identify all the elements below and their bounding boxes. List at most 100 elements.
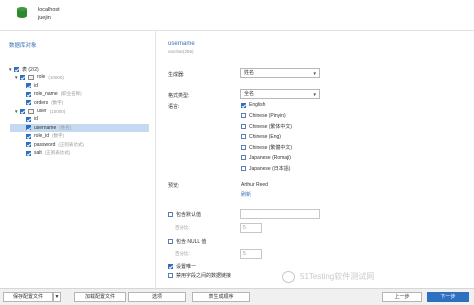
tree-item-type: (数字): [52, 133, 65, 139]
unique-label: 设置唯一: [176, 263, 197, 270]
include-default-option[interactable]: 包含默认值: [168, 210, 201, 218]
tree-field-item[interactable]: salt (正则表达式): [26, 149, 70, 157]
load-profile-button[interactable]: 加载配置文件: [74, 292, 126, 302]
tree-field-item[interactable]: username (姓名): [10, 123, 149, 132]
language-option[interactable]: Japanese (Romaji): [241, 154, 291, 162]
language-label: 语言:: [168, 104, 180, 110]
disable-link-label: 禁用字段之间的数据链接: [176, 272, 232, 279]
tree-item-label: password: [34, 141, 56, 148]
language-label: Japanese (Romaji): [249, 154, 291, 161]
default-ratio-label: 百分比:: [175, 225, 190, 230]
tree-table-item[interactable]: ▼ user (10000): [14, 107, 65, 115]
language-label: Japanese (日本語): [249, 165, 291, 172]
footer-bar: 保存配置文件 ▼ 加载配置文件 选项 表生成顺序 上一步 下一步: [0, 288, 474, 305]
language-checkbox[interactable]: [241, 165, 246, 171]
language-option[interactable]: Chinese (Eng): [241, 133, 281, 141]
generator-label: 生成器:: [168, 72, 185, 78]
include-default-checkbox[interactable]: [168, 211, 173, 217]
generator-value: 姓名: [244, 70, 255, 76]
tree-item-type: (数字): [51, 99, 64, 105]
null-ratio-input[interactable]: 5: [240, 249, 262, 259]
connection-host: localhost: [38, 7, 60, 13]
tree-checkbox[interactable]: [14, 66, 19, 72]
tree-field-item[interactable]: orders (数字): [26, 99, 63, 107]
generate-order-button[interactable]: 表生成顺序: [192, 292, 250, 302]
language-label: Chinese (Pinyin): [249, 112, 286, 119]
save-profile-button[interactable]: 保存配置文件: [3, 292, 53, 302]
save-profile-dropdown[interactable]: ▼: [53, 292, 61, 302]
tree-item-label: role: [37, 74, 46, 81]
preview-value: Arthur Reed: [241, 182, 268, 188]
language-label: Chinese (Eng): [249, 133, 281, 140]
language-checkbox[interactable]: [241, 155, 246, 160]
language-option[interactable]: Chinese (繁體中文): [241, 143, 292, 151]
include-null-option[interactable]: 包含 NULL 值: [168, 237, 206, 245]
table-icon: [28, 108, 34, 114]
language-option[interactable]: Japanese (日本語): [241, 164, 290, 172]
tree-item-label: role_id: [34, 133, 50, 140]
language-option[interactable]: Chinese (繁体中文): [241, 122, 292, 130]
tree-checkbox[interactable]: [26, 150, 31, 156]
refresh-link[interactable]: 刷新: [241, 191, 251, 198]
language-option[interactable]: Chinese (Pinyin): [241, 112, 286, 120]
default-ratio-value: 5: [243, 225, 246, 231]
tree-field-item[interactable]: role_id (数字): [26, 132, 64, 140]
tree-table-item[interactable]: ▼ role (10000): [14, 73, 64, 81]
tree-field-item[interactable]: password (正则表达式): [26, 141, 84, 149]
tree-group-item[interactable]: ▼ 表 (2/2): [8, 65, 42, 73]
tree-item-label: role_name: [34, 91, 58, 98]
default-value-input[interactable]: [240, 209, 320, 219]
tree-item-type: (10000): [49, 108, 66, 114]
tree-checkbox[interactable]: [26, 133, 31, 139]
field-type: varchar(255): [168, 49, 194, 54]
tree-checkbox[interactable]: [20, 74, 25, 80]
prev-button[interactable]: 上一步: [382, 292, 422, 302]
tree-checkbox[interactable]: [20, 108, 25, 114]
options-button[interactable]: 选项: [128, 292, 186, 302]
tree-item-label: id: [34, 116, 38, 123]
chevron-down-icon: ▼: [312, 92, 317, 97]
tree-checkbox[interactable]: [26, 125, 31, 131]
format-label: 格式类型:: [168, 93, 190, 99]
tree-field-item[interactable]: role_name (职业名称): [26, 90, 82, 98]
language-checkbox[interactable]: [241, 134, 246, 139]
chevron-down-icon: ▼: [54, 294, 60, 300]
include-null-checkbox[interactable]: [168, 238, 173, 244]
next-button[interactable]: 下一步: [427, 292, 469, 302]
tree-checkbox[interactable]: [26, 116, 31, 122]
unique-option[interactable]: 设置唯一: [168, 262, 196, 270]
unique-checkbox[interactable]: [168, 263, 173, 269]
tree-field-item[interactable]: id: [26, 82, 41, 90]
tree-checkbox[interactable]: [26, 91, 31, 97]
default-ratio-input[interactable]: 5: [240, 223, 262, 233]
tree-item-label: 表 (2/2): [22, 66, 39, 73]
disable-link-checkbox[interactable]: [168, 272, 173, 278]
disable-link-option[interactable]: 禁用字段之间的数据链接: [168, 271, 231, 279]
generator-select[interactable]: 姓名 ▼: [240, 68, 320, 78]
language-option[interactable]: English: [241, 101, 265, 109]
tree-checkbox[interactable]: [26, 100, 31, 106]
language-checkbox[interactable]: [241, 102, 246, 108]
tree-item-label: salt: [34, 150, 42, 156]
tree-field-item[interactable]: id: [26, 115, 41, 123]
format-select[interactable]: 全名 ▼: [240, 89, 320, 99]
tree-checkbox[interactable]: [26, 83, 31, 89]
language-checkbox[interactable]: [241, 113, 246, 118]
language-checkbox[interactable]: [241, 123, 246, 129]
wechat-icon: [282, 271, 295, 283]
tree-item-type: (姓名): [59, 124, 72, 130]
include-null-label: 包含 NULL 值: [176, 238, 207, 245]
null-ratio-label: 百分比:: [175, 251, 190, 256]
include-default-label: 包含默认值: [176, 211, 202, 218]
tree-item-type: (正则表达式): [44, 150, 71, 155]
database-objects-pane: 数据库对象 ▼ 表 (2/2) ▼ role (10000) id role_name (职业…: [0, 31, 156, 288]
tree-checkbox[interactable]: [26, 142, 31, 148]
tree-item-label: user: [37, 108, 47, 114]
tree-item-label: username: [34, 124, 57, 131]
language-checkbox[interactable]: [241, 144, 246, 150]
pane-title: 数据库对象: [9, 43, 37, 49]
chevron-down-icon: ▼: [312, 71, 317, 76]
tree-item-label: id: [34, 82, 38, 89]
connection-header: localhost juejin: [0, 0, 474, 28]
connection-database: juejin: [38, 15, 51, 21]
